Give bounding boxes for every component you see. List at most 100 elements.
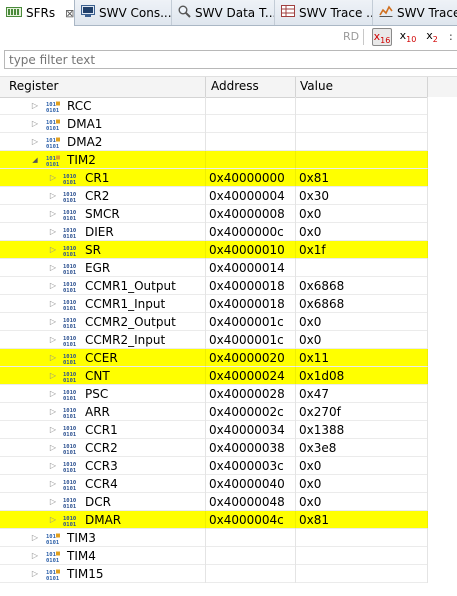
value-cell[interactable]: 0x0 xyxy=(299,313,427,331)
tab-swv-trace-graph[interactable]: SWV Trace xyxy=(373,0,457,25)
column-divider[interactable] xyxy=(205,77,206,97)
register-row[interactable]: ▷ 1010 0101 DMAR 0x4000004c 0x81 xyxy=(0,511,457,529)
value-cell[interactable]: 0x0 xyxy=(299,475,427,493)
value-cell[interactable]: 0x81 xyxy=(299,169,427,187)
collapsed-arrow-icon[interactable]: ▷ xyxy=(48,277,58,295)
hex-format-button[interactable]: x16 xyxy=(372,28,392,46)
collapsed-arrow-icon[interactable]: ▷ xyxy=(48,457,58,475)
collapsed-arrow-icon[interactable]: ▷ xyxy=(30,529,40,547)
column-header-value[interactable]: Value xyxy=(300,79,333,93)
column-divider[interactable] xyxy=(295,77,296,97)
collapsed-arrow-icon[interactable]: ▷ xyxy=(48,259,58,277)
column-divider[interactable] xyxy=(427,77,428,97)
value-cell[interactable]: 0x270f xyxy=(299,403,427,421)
register-row[interactable]: ▷ 1010 0101 SR 0x40000010 0x1f xyxy=(0,241,457,259)
collapsed-arrow-icon[interactable]: ▷ xyxy=(30,565,40,583)
peripheral-row[interactable]: ▷ 101 0101 RCC xyxy=(0,97,457,115)
collapsed-arrow-icon[interactable]: ▷ xyxy=(48,241,58,259)
collapsed-arrow-icon[interactable]: ▷ xyxy=(48,385,58,403)
tab-sfrs[interactable]: SFRs ⊠ xyxy=(0,0,75,26)
collapsed-arrow-icon[interactable]: ▷ xyxy=(30,547,40,565)
collapsed-arrow-icon[interactable]: ▷ xyxy=(30,115,40,133)
value-cell[interactable]: 0x0 xyxy=(299,493,427,511)
collapsed-arrow-icon[interactable]: ▷ xyxy=(48,403,58,421)
value-cell[interactable]: 0x30 xyxy=(299,187,427,205)
value-cell[interactable]: 0x1388 xyxy=(299,421,427,439)
value-cell[interactable] xyxy=(299,97,427,115)
peripheral-row[interactable]: ▷ 101 0101 DMA2 xyxy=(0,133,457,151)
dec-format-button[interactable]: x10 xyxy=(398,28,418,46)
peripheral-row[interactable]: ▷ 101 0101 TIM3 xyxy=(0,529,457,547)
sfr-icon xyxy=(6,6,22,21)
register-row[interactable]: ▷ 1010 0101 DCR 0x40000048 0x0 xyxy=(0,493,457,511)
value-cell[interactable] xyxy=(299,259,427,277)
register-row[interactable]: ▷ 1010 0101 CCR1 0x40000034 0x1388 xyxy=(0,421,457,439)
register-row[interactable]: ▷ 1010 0101 CR2 0x40000004 0x30 xyxy=(0,187,457,205)
value-cell[interactable] xyxy=(299,133,427,151)
collapsed-arrow-icon[interactable]: ▷ xyxy=(48,313,58,331)
register-row[interactable]: ▷ 1010 0101 CCMR1_Output 0x40000018 0x6868 xyxy=(0,277,457,295)
collapsed-arrow-icon[interactable]: ▷ xyxy=(48,511,58,529)
value-cell[interactable]: 0x1d08 xyxy=(299,367,427,385)
tab-swv-trace-log[interactable]: SWV Trace ... xyxy=(275,0,373,25)
value-cell[interactable] xyxy=(299,565,427,583)
value-cell[interactable]: 0x6868 xyxy=(299,295,427,313)
register-row[interactable]: ▷ 1010 0101 EGR 0x40000014 xyxy=(0,259,457,277)
register-row[interactable]: ▷ 1010 0101 CNT 0x40000024 0x1d08 xyxy=(0,367,457,385)
register-row[interactable]: ▷ 1010 0101 CCMR2_Output 0x4000001c 0x0 xyxy=(0,313,457,331)
tab-swv-console[interactable]: SWV Cons... xyxy=(75,0,172,25)
collapsed-arrow-icon[interactable]: ▷ xyxy=(48,205,58,223)
value-cell[interactable] xyxy=(299,151,427,169)
register-row[interactable]: ▷ 1010 0101 PSC 0x40000028 0x47 xyxy=(0,385,457,403)
collapsed-arrow-icon[interactable]: ▷ xyxy=(48,331,58,349)
value-cell[interactable]: 0x81 xyxy=(299,511,427,529)
collapsed-arrow-icon[interactable]: ▷ xyxy=(48,367,58,385)
tab-swv-data-trace[interactable]: SWV Data T... xyxy=(172,0,275,25)
collapsed-arrow-icon[interactable]: ▷ xyxy=(48,475,58,493)
value-cell[interactable] xyxy=(299,115,427,133)
value-cell[interactable] xyxy=(299,547,427,565)
peripheral-row[interactable]: ▷ 101 0101 TIM4 xyxy=(0,547,457,565)
register-row[interactable]: ▷ 1010 0101 CCMR2_Input 0x4000001c 0x0 xyxy=(0,331,457,349)
peripheral-row[interactable]: ▷ 101 0101 TIM15 xyxy=(0,565,457,583)
collapsed-arrow-icon[interactable]: ▷ xyxy=(30,97,40,115)
register-row[interactable]: ▷ 1010 0101 SMCR 0x40000008 0x0 xyxy=(0,205,457,223)
column-header-address[interactable]: Address xyxy=(211,79,259,93)
collapsed-arrow-icon[interactable]: ▷ xyxy=(48,169,58,187)
register-row[interactable]: ▷ 1010 0101 CCR4 0x40000040 0x0 xyxy=(0,475,457,493)
expanded-arrow-icon[interactable]: ◢ xyxy=(30,151,40,169)
value-cell[interactable]: 0x3e8 xyxy=(299,439,427,457)
collapsed-arrow-icon[interactable]: ▷ xyxy=(48,187,58,205)
bin-format-button[interactable]: x2 xyxy=(422,28,442,46)
collapsed-arrow-icon[interactable]: ▷ xyxy=(30,133,40,151)
view-menu-button[interactable]: : xyxy=(449,30,453,43)
value-cell[interactable] xyxy=(299,529,427,547)
close-icon[interactable]: ⊠ xyxy=(65,7,74,20)
value-cell[interactable]: 0x6868 xyxy=(299,277,427,295)
register-row[interactable]: ▷ 1010 0101 CCR2 0x40000038 0x3e8 xyxy=(0,439,457,457)
value-cell[interactable]: 0x1f xyxy=(299,241,427,259)
value-cell[interactable]: 0x0 xyxy=(299,331,427,349)
collapsed-arrow-icon[interactable]: ▷ xyxy=(48,295,58,313)
column-header-register[interactable]: Register xyxy=(9,79,58,93)
value-cell[interactable]: 0x0 xyxy=(299,223,427,241)
collapsed-arrow-icon[interactable]: ▷ xyxy=(48,439,58,457)
value-cell[interactable]: 0x11 xyxy=(299,349,427,367)
register-row[interactable]: ▷ 1010 0101 CR1 0x40000000 0x81 xyxy=(0,169,457,187)
collapsed-arrow-icon[interactable]: ▷ xyxy=(48,223,58,241)
register-row[interactable]: ▷ 1010 0101 DIER 0x4000000c 0x0 xyxy=(0,223,457,241)
collapsed-arrow-icon[interactable]: ▷ xyxy=(48,349,58,367)
filter-input[interactable] xyxy=(4,50,457,69)
register-row[interactable]: ▷ 1010 0101 CCR3 0x4000003c 0x0 xyxy=(0,457,457,475)
register-row[interactable]: ▷ 1010 0101 CCMR1_Input 0x40000018 0x6868 xyxy=(0,295,457,313)
value-cell[interactable]: 0x47 xyxy=(299,385,427,403)
register-row[interactable]: ▷ 1010 0101 CCER 0x40000020 0x11 xyxy=(0,349,457,367)
value-cell[interactable]: 0x0 xyxy=(299,205,427,223)
collapsed-arrow-icon[interactable]: ▷ xyxy=(48,421,58,439)
peripheral-row[interactable]: ◢ 101 0101 TIM2 xyxy=(0,151,457,169)
collapsed-arrow-icon[interactable]: ▷ xyxy=(48,493,58,511)
peripheral-row[interactable]: ▷ 101 0101 DMA1 xyxy=(0,115,457,133)
register-row[interactable]: ▷ 1010 0101 ARR 0x4000002c 0x270f xyxy=(0,403,457,421)
read-button[interactable]: RD xyxy=(343,30,359,43)
value-cell[interactable]: 0x0 xyxy=(299,457,427,475)
